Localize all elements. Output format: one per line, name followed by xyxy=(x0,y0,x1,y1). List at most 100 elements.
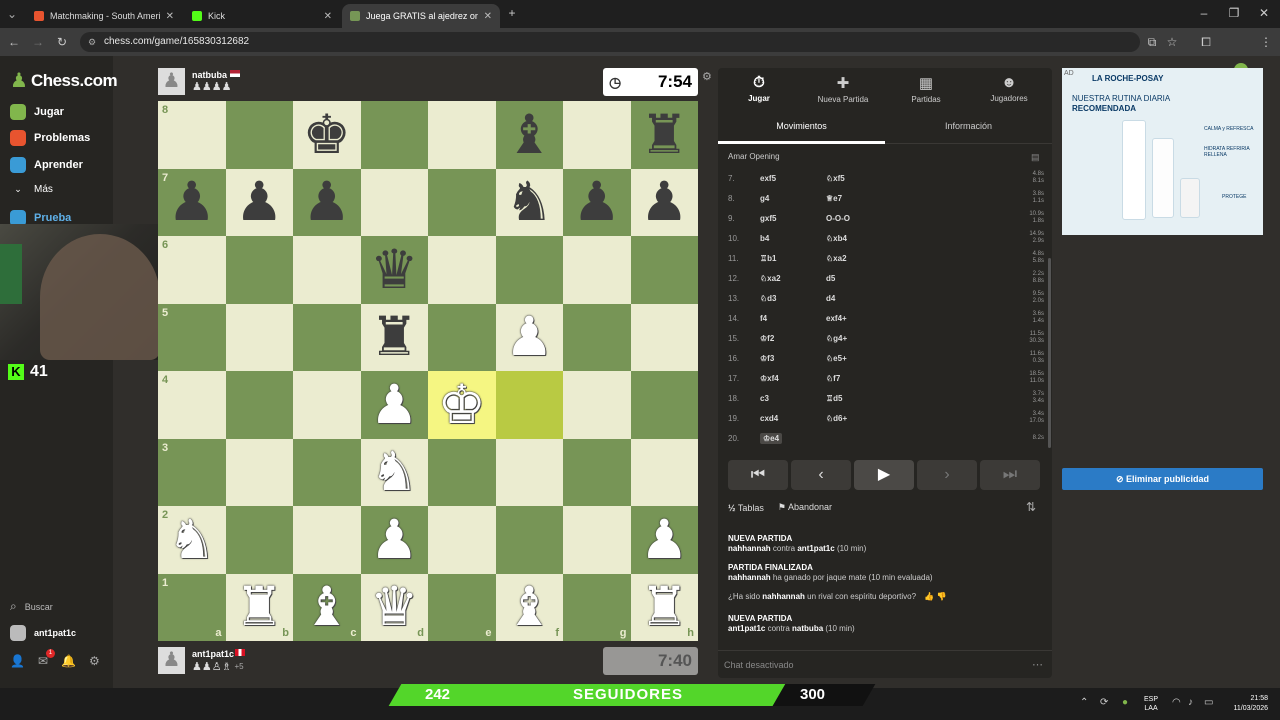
square-f3[interactable] xyxy=(495,438,563,506)
square-e7[interactable] xyxy=(428,168,496,236)
more-options-icon[interactable]: ⋯ xyxy=(1032,658,1043,671)
square-a8[interactable]: 8 xyxy=(158,101,226,169)
square-g8[interactable] xyxy=(563,101,631,169)
sync-icon[interactable]: ⟳ xyxy=(1100,697,1108,708)
sidebar-item-mas[interactable]: ⌄ Más xyxy=(10,184,53,195)
sidebar-user[interactable]: ant1pat1c xyxy=(10,625,76,641)
square-f2[interactable] xyxy=(495,506,563,574)
close-tab-icon[interactable]: ✕ xyxy=(484,11,492,22)
white-move[interactable]: g4 xyxy=(760,194,826,203)
white-move[interactable]: cxd4 xyxy=(760,414,826,423)
first-move-button[interactable]: ⏮ xyxy=(728,460,788,490)
square-f6[interactable] xyxy=(495,236,563,304)
piece-d6[interactable]: ♛ xyxy=(370,243,418,297)
square-d5[interactable]: ♜ xyxy=(360,303,428,371)
mic-icon[interactable]: ● xyxy=(1122,697,1128,708)
resign-button[interactable]: ⚑ Abandonar xyxy=(778,502,832,513)
white-move[interactable]: ♖b1 xyxy=(760,254,826,263)
piece-b1[interactable]: ♜ xyxy=(235,580,283,634)
thumbs-vote-icon[interactable]: 👍 👎 xyxy=(922,592,946,601)
back-icon[interactable]: ← xyxy=(6,34,22,50)
square-c8[interactable]: ♚ xyxy=(293,101,361,169)
sidebar-item-problemas[interactable]: Problemas xyxy=(10,130,90,146)
black-move[interactable]: exf4+ xyxy=(826,314,896,323)
forward-icon[interactable]: → xyxy=(30,34,46,50)
close-tab-icon[interactable]: ✕ xyxy=(324,11,332,22)
square-h7[interactable]: ♟ xyxy=(630,168,698,236)
white-move[interactable]: ♔f3 xyxy=(760,354,826,363)
black-move[interactable]: d5 xyxy=(826,274,896,283)
white-move[interactable]: c3 xyxy=(760,394,826,403)
chess-logo[interactable]: ♟ Chess.com xyxy=(10,68,118,93)
square-g2[interactable] xyxy=(563,506,631,574)
square-e2[interactable] xyxy=(428,506,496,574)
square-f7[interactable]: ♞ xyxy=(495,168,563,236)
piece-c1[interactable]: ♝ xyxy=(303,580,351,634)
mail-icon[interactable]: ✉ 1 xyxy=(38,649,55,668)
clock-area[interactable]: 21:58 11/03/2026 xyxy=(1222,694,1268,714)
square-a4[interactable]: 4 xyxy=(158,371,226,439)
battery-icon[interactable]: ▭ xyxy=(1204,697,1213,708)
minimize-icon[interactable]: – xyxy=(1196,5,1212,21)
square-d8[interactable] xyxy=(360,101,428,169)
piece-c8[interactable]: ♚ xyxy=(303,108,351,162)
square-f1[interactable]: ♝ f xyxy=(495,573,563,641)
install-icon[interactable]: ⧉ xyxy=(1144,34,1160,50)
square-c3[interactable] xyxy=(293,438,361,506)
site-info-icon[interactable]: ⚙ xyxy=(88,32,96,52)
black-move[interactable]: ♘f7 xyxy=(826,374,896,383)
piece-d3[interactable]: ♞ xyxy=(370,445,418,499)
tab-jugadores[interactable]: ☻ Jugadores xyxy=(968,74,1050,103)
square-b5[interactable] xyxy=(225,303,293,371)
volume-icon[interactable]: ♪ xyxy=(1188,697,1193,708)
square-h4[interactable] xyxy=(630,371,698,439)
move-list-scrollbar[interactable] xyxy=(1048,258,1051,448)
square-d2[interactable]: ♟ xyxy=(360,506,428,574)
piece-a7[interactable]: ♟ xyxy=(168,175,216,229)
piece-c7[interactable]: ♟ xyxy=(303,175,351,229)
square-f4[interactable] xyxy=(495,371,563,439)
draw-button[interactable]: ½ Tablas xyxy=(728,503,764,513)
square-b2[interactable] xyxy=(225,506,293,574)
browser-menu-icon[interactable]: ⋮ xyxy=(1258,34,1274,50)
square-h2[interactable]: ♟ xyxy=(630,506,698,574)
tab-nueva-partida[interactable]: ✚ Nueva Partida xyxy=(802,74,884,104)
piece-b7[interactable]: ♟ xyxy=(235,175,283,229)
book-icon[interactable]: ▤ xyxy=(1031,152,1040,163)
square-f5[interactable]: ♟ xyxy=(495,303,563,371)
close-window-icon[interactable]: ✕ xyxy=(1256,5,1272,21)
piece-h2[interactable]: ♟ xyxy=(640,513,688,567)
square-h8[interactable]: ♜ xyxy=(630,101,698,169)
chat-username[interactable]: nahhannah xyxy=(728,544,771,553)
opening-name[interactable]: Amar Opening xyxy=(728,152,780,161)
piece-f5[interactable]: ♟ xyxy=(505,310,553,364)
flip-board-icon[interactable]: ⇅ xyxy=(1026,500,1036,514)
white-move[interactable]: b4 xyxy=(760,234,826,243)
tab-partidas[interactable]: ▦ Partidas xyxy=(885,74,967,104)
bottom-player-name[interactable]: ant1pat1c xyxy=(192,649,234,659)
chat-username[interactable]: nahhannah xyxy=(728,573,771,582)
square-b4[interactable] xyxy=(225,371,293,439)
black-move[interactable]: ♕e7 xyxy=(826,194,896,203)
black-move[interactable]: ♘xa2 xyxy=(826,254,896,263)
bookmark-star-icon[interactable]: ☆ xyxy=(1164,34,1180,50)
subtab-movimientos[interactable]: Movimientos xyxy=(718,110,885,144)
chess-board[interactable]: 8 ♚ ♝ ♜ ♟ 7 ♟ ♟ ♞ ♟ ♟ 6 ♛ 5 ♜ ♟ 4 ♟ ♚ 3 ♞ ♞ 2 ♟ ♟ 1 a ♜ b ♝ c ♛ d e ♝ f g ♜ h xyxy=(158,101,698,641)
square-e6[interactable] xyxy=(428,236,496,304)
chat-username[interactable]: ant1pat1c xyxy=(728,624,765,633)
piece-d2[interactable]: ♟ xyxy=(370,513,418,567)
piece-f8[interactable]: ♝ xyxy=(505,108,553,162)
friends-icon[interactable]: 👤 xyxy=(10,654,25,668)
square-e5[interactable] xyxy=(428,303,496,371)
piece-d4[interactable]: ♟ xyxy=(370,378,418,432)
advertisement[interactable]: AD LA ROCHE-POSAY NUESTRA RUTINA DIARIA … xyxy=(1062,68,1263,235)
white-move[interactable]: ♘d3 xyxy=(760,294,826,303)
piece-h7[interactable]: ♟ xyxy=(640,175,688,229)
square-b6[interactable] xyxy=(225,236,293,304)
next-move-button[interactable]: › xyxy=(917,460,977,490)
square-e1[interactable]: e xyxy=(428,573,496,641)
piece-g7[interactable]: ♟ xyxy=(573,175,621,229)
square-h5[interactable] xyxy=(630,303,698,371)
white-move[interactable]: f4 xyxy=(760,314,826,323)
square-b1[interactable]: ♜ b xyxy=(225,573,293,641)
